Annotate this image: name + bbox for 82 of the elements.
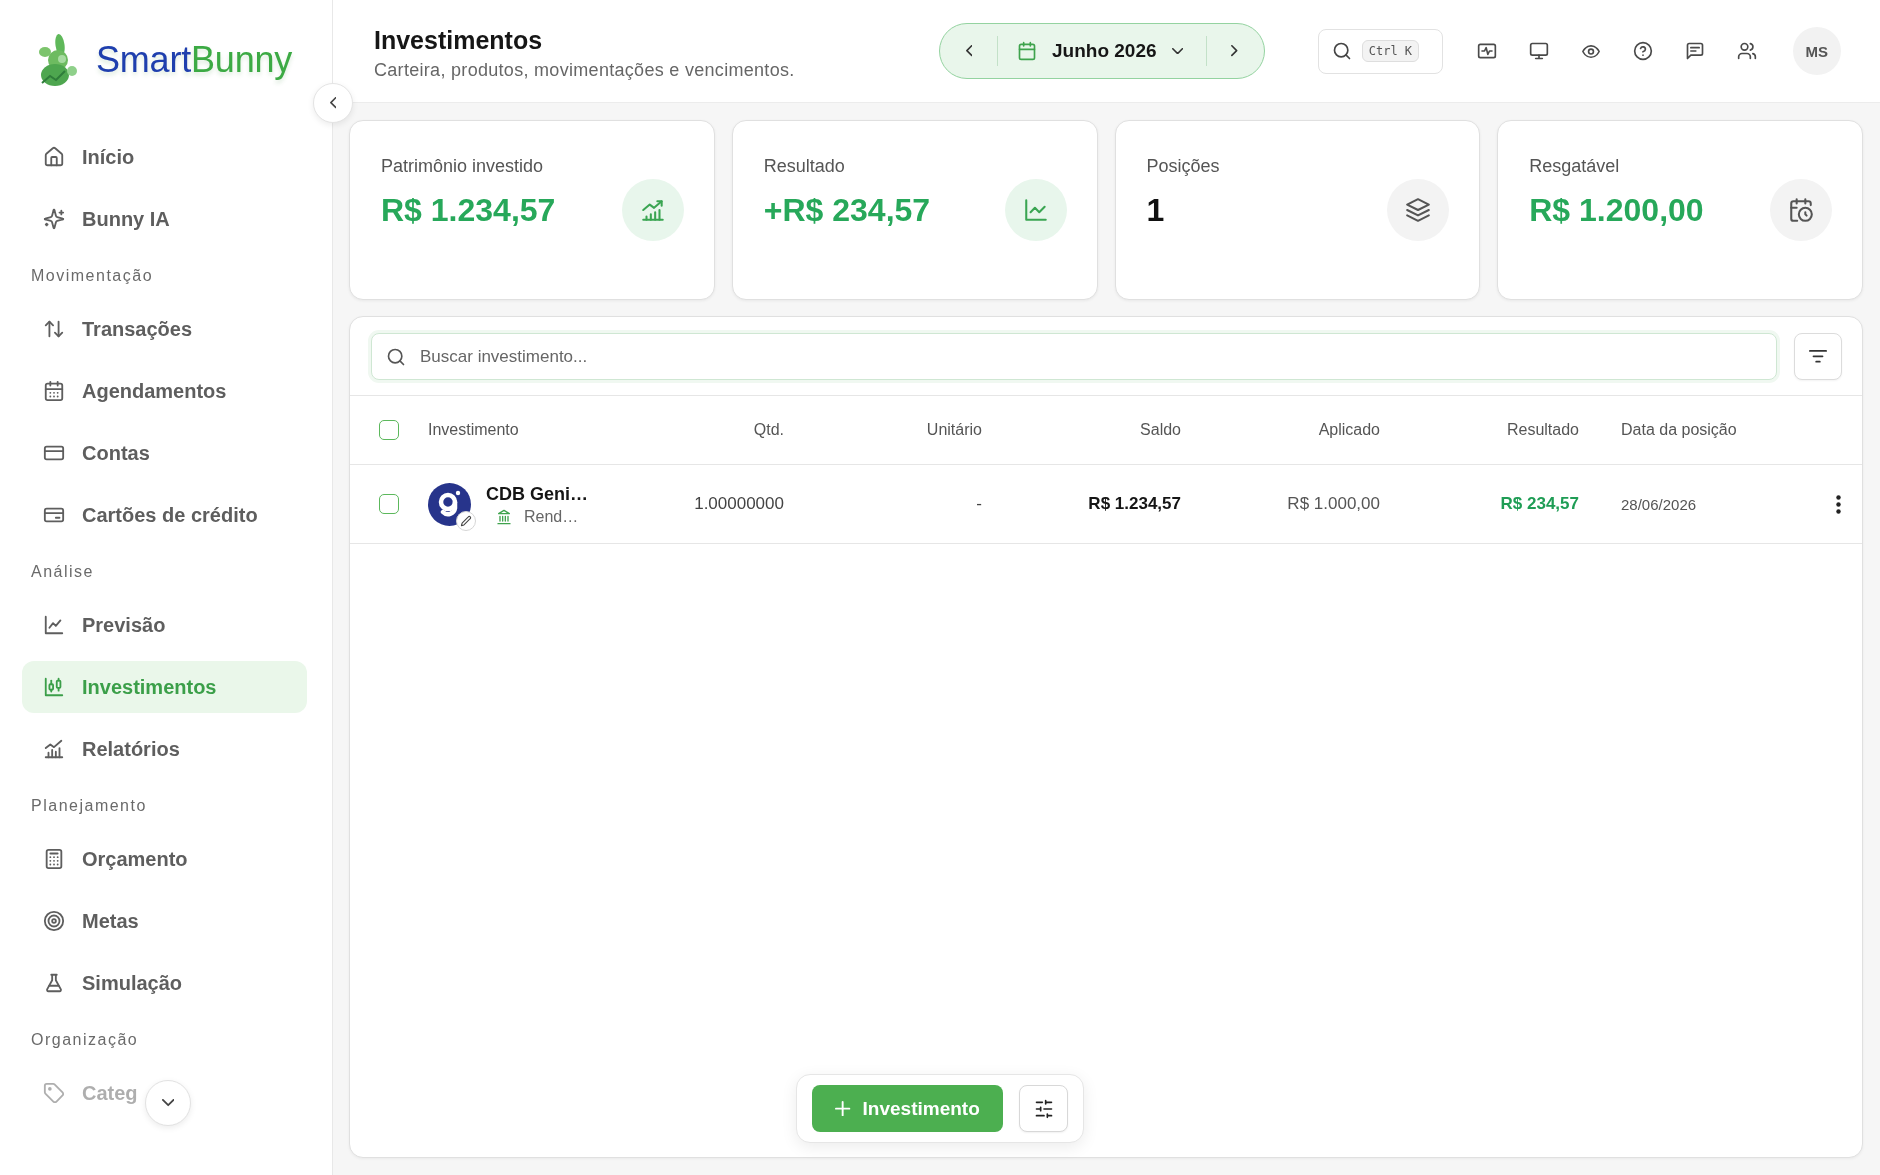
stat-value: +R$ 234,57 (763, 191, 931, 229)
search-icon (1331, 41, 1352, 61)
table-cell: 28/06/2026 (1621, 495, 1697, 513)
rabbit-logo-icon (36, 33, 78, 87)
column-header: Qtd. (753, 421, 784, 439)
nav-item[interactable]: Previsão (22, 599, 166, 651)
chevron-left-icon (329, 97, 337, 109)
stat-value: R$ 1.200,00 (1529, 191, 1704, 229)
column-header: Saldo (1140, 421, 1181, 439)
stat-label: Patrimônio investido (381, 155, 544, 177)
nav-item[interactable]: Orçamento (22, 833, 188, 885)
section-label: Planejamento (31, 796, 147, 816)
stat-value: 1 (1146, 191, 1165, 229)
table-cell: R$ 1.234,57 (1088, 494, 1181, 514)
chevron-down-icon (1171, 47, 1183, 55)
target-icon (43, 910, 65, 932)
nav-item[interactable]: Relatórios (22, 723, 180, 775)
table-cell: R$ 234,57 (1500, 494, 1579, 514)
pencil-icon[interactable] (456, 510, 476, 531)
investment-name: CDB Geni… (486, 482, 588, 505)
column-header: Unitário (926, 421, 982, 439)
month-picker-button[interactable]: Junho 2026 (1007, 29, 1197, 73)
line-chart-icon (43, 614, 65, 636)
filter-button[interactable] (1794, 333, 1842, 380)
select-all-checkbox[interactable] (379, 420, 399, 440)
help-icon (1632, 41, 1653, 61)
chevron-left-icon (965, 45, 973, 57)
monitor-icon (1528, 41, 1549, 61)
sliders-icon (1033, 1098, 1054, 1119)
message-icon (1684, 41, 1705, 61)
column-header: Investimento (428, 421, 519, 439)
table-cell: 1.00000000 (694, 494, 784, 514)
eye-icon (1581, 44, 1600, 58)
settings-button[interactable] (1019, 1085, 1068, 1132)
tag-icon (43, 1082, 65, 1104)
nav-item[interactable]: Bunny IA (22, 193, 170, 245)
calculator-icon (43, 848, 65, 870)
nav-item[interactable]: Contas (22, 427, 150, 479)
bar-chart-icon (43, 738, 65, 760)
nav-item[interactable]: Cartões de crédito (22, 489, 258, 541)
users-icon (1736, 41, 1757, 61)
stat-value: R$ 1.234,57 (381, 191, 556, 229)
flask-icon (43, 972, 65, 994)
page-title: Investimentos (374, 24, 543, 55)
candlestick-chart-icon (43, 676, 65, 698)
column-header: Aplicado (1318, 421, 1380, 439)
page-subtitle: Carteira, produtos, movimentações e vencimentos. (374, 58, 795, 81)
sparkles-icon (43, 208, 65, 230)
brand-name: SmartBunny (96, 40, 293, 80)
filter-icon (1809, 350, 1827, 363)
section-label: Organização (31, 1030, 139, 1050)
column-header: Data da posição (1621, 421, 1737, 439)
nav-item[interactable]: Simulação (22, 957, 183, 1009)
column-header: Resultado (1506, 421, 1579, 439)
search-icon (386, 346, 406, 367)
chevron-down-icon (161, 1099, 175, 1107)
chevron-right-icon (1231, 45, 1238, 57)
row-checkbox[interactable] (379, 494, 399, 514)
plus-icon (835, 1100, 851, 1117)
section-label: Análise (31, 562, 94, 582)
table-cell: - (976, 494, 982, 514)
section-label: Movimentação (31, 266, 154, 286)
stat-label: Resgatável (1529, 155, 1620, 177)
stat-label: Posições (1146, 155, 1220, 177)
arrows-up-down-icon (43, 318, 65, 340)
activity-icon (1476, 41, 1497, 61)
bank-icon (496, 508, 512, 525)
search-field[interactable]: Buscar investimento... (371, 333, 1777, 380)
search-button[interactable]: Ctrl K (1317, 28, 1443, 74)
calendar-icon (43, 380, 65, 402)
investment-type: Rend… (524, 507, 579, 526)
nav-item[interactable]: Metas (22, 895, 139, 947)
stat-label: Resultado (763, 155, 845, 177)
nav-item[interactable]: Agendamentos (22, 365, 227, 417)
table-cell: R$ 1.000,00 (1287, 494, 1380, 514)
nav-item[interactable]: Transações (22, 303, 193, 355)
nav-item[interactable]: Início (22, 131, 135, 183)
calendar-icon (1017, 41, 1037, 61)
more-icon (1835, 494, 1841, 514)
user-avatar[interactable]: MS (1792, 27, 1841, 75)
house-icon (43, 146, 65, 168)
bank-logo-icon (428, 482, 471, 526)
